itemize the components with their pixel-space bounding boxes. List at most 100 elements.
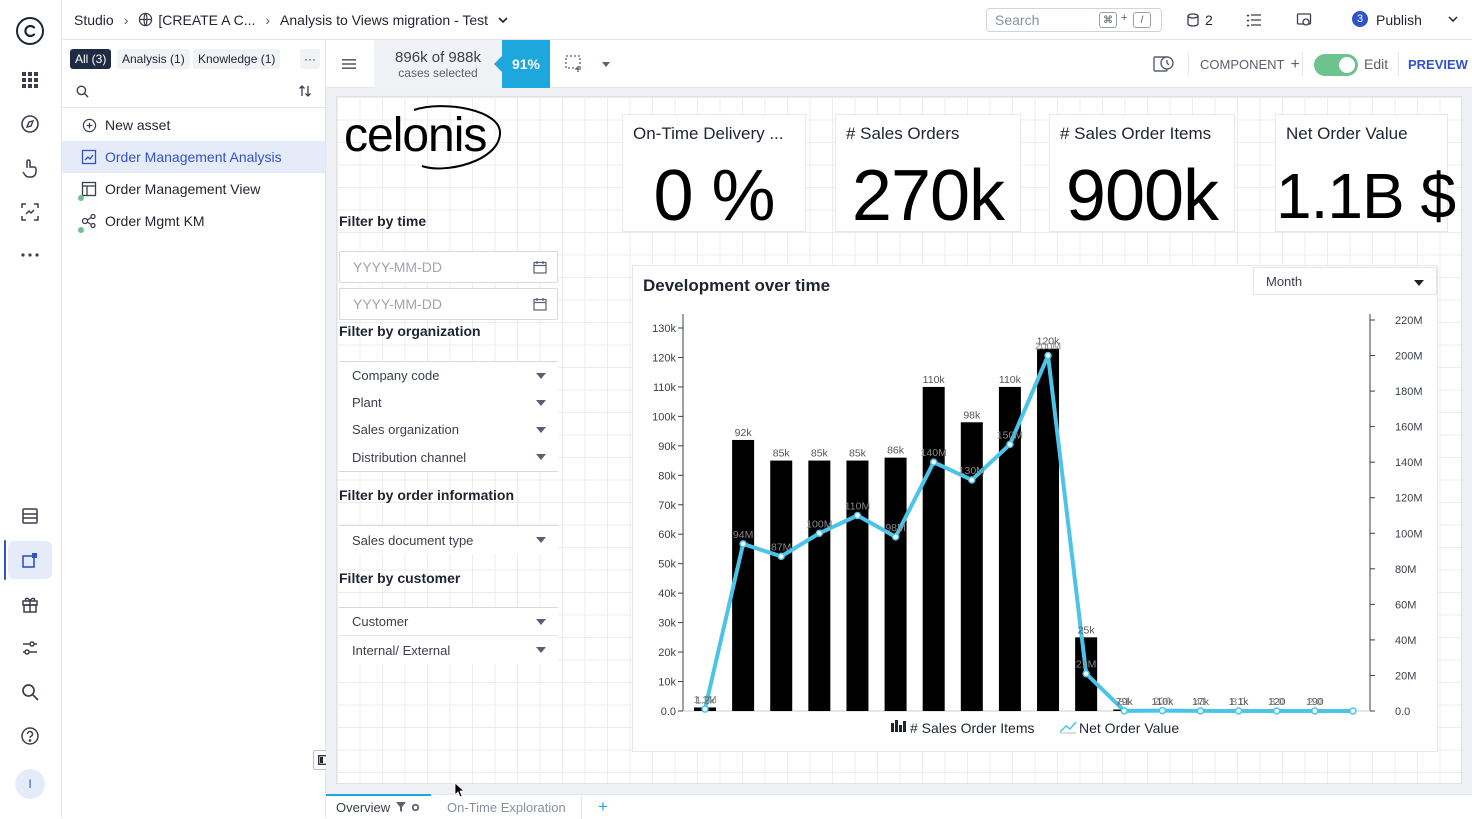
divider — [1188, 52, 1189, 76]
add-component-button[interactable]: COMPONENT + — [1200, 57, 1300, 73]
legend-bar-icon — [891, 723, 894, 732]
y-tick-label-right: 160M — [1395, 422, 1423, 434]
apps-grid-icon[interactable] — [8, 61, 52, 99]
plant-dropdown[interactable]: Plant — [339, 389, 558, 417]
kpi-on-time-delivery[interactable]: On-Time Delivery ... 0 % — [622, 114, 806, 236]
caret-down-icon — [536, 400, 546, 406]
data-pool-count: 2 — [1205, 12, 1213, 28]
chevron-down-icon[interactable] — [602, 62, 610, 67]
kpi-sales-order-items[interactable]: # Sales Order Items 900k — [1049, 114, 1235, 236]
internal-external-dropdown[interactable]: Internal/ External — [339, 636, 558, 664]
filter-chip-knowledge[interactable]: Knowledge (1) — [193, 49, 281, 69]
filter-chip-analysis[interactable]: Analysis (1) — [117, 49, 190, 69]
asset-item-order-management-view[interactable]: Order Management View — [62, 173, 325, 205]
sliders-icon[interactable] — [8, 629, 52, 667]
line-point — [1349, 707, 1357, 715]
user-avatar[interactable]: I — [8, 765, 52, 803]
cases-percent-badge: 91% — [494, 40, 550, 88]
breadcrumb-studio[interactable]: Studio — [74, 12, 114, 28]
tab-on-time-exploration[interactable]: On-Time Exploration — [437, 795, 576, 819]
kpi-value: 270k — [851, 156, 1005, 236]
more-icon[interactable] — [8, 236, 52, 274]
legend-bar-icon — [903, 721, 906, 732]
breadcrumb-space[interactable]: [CREATE A C... — [158, 12, 255, 28]
legend-bar-icon — [895, 720, 898, 732]
add-tab-button[interactable]: + — [588, 795, 618, 819]
history-icon[interactable] — [1152, 52, 1176, 76]
checklist-icon[interactable] — [1246, 13, 1262, 27]
scan-icon[interactable] — [8, 193, 52, 231]
sort-icon[interactable] — [298, 84, 312, 98]
line-data-label: 3.0 — [1269, 696, 1284, 708]
kpi-net-order-value[interactable]: Net Order Value 1.1B $ — [1275, 114, 1456, 232]
dropdown-label: Sales organization — [352, 422, 459, 437]
y-tick-label-right: 60M — [1395, 599, 1416, 611]
breadcrumb-package[interactable]: Analysis to Views migration - Test — [280, 12, 488, 28]
chevron-down-icon[interactable] — [1448, 16, 1458, 22]
data-pool-button[interactable]: 2 — [1186, 12, 1213, 28]
company-code-dropdown[interactable]: Company code — [339, 362, 558, 390]
y-tick-label-left: 30k — [658, 618, 676, 630]
bar-data-label: 85k — [773, 448, 791, 460]
help-icon[interactable] — [8, 717, 52, 755]
hamburger-menu-icon[interactable] — [342, 58, 356, 70]
view-icon — [78, 180, 98, 201]
preview-button[interactable]: PREVIEW — [1408, 57, 1468, 72]
asset-item-order-management-analysis[interactable]: Order Management Analysis — [62, 141, 325, 173]
search-icon[interactable] — [76, 85, 89, 98]
new-asset-label: New asset — [105, 117, 171, 133]
date-to-input[interactable]: YYYY-MM-DD — [339, 288, 558, 320]
new-asset-button[interactable]: New asset — [62, 109, 325, 141]
sales-document-type-dropdown[interactable]: Sales document type — [339, 526, 558, 554]
dropdown-label: Sales document type — [352, 532, 474, 548]
filter-more-button[interactable]: ··· — [300, 49, 320, 69]
publish-button[interactable]: Publish — [1376, 12, 1422, 28]
line-data-label: 21M — [1076, 659, 1096, 671]
hand-pointer-icon[interactable] — [8, 149, 52, 187]
tab-overview[interactable]: Overview — [326, 794, 432, 818]
calendar-icon — [533, 298, 547, 311]
distribution-channel-dropdown[interactable]: Distribution channel — [339, 443, 558, 471]
filter-org-title: Filter by organization — [339, 323, 481, 339]
compass-icon[interactable] — [8, 105, 52, 143]
asset-item-order-mgmt-km[interactable]: Order Mgmt KM — [62, 205, 325, 237]
asset-item-label: Order Management View — [105, 181, 261, 197]
preview-settings-icon[interactable] — [1296, 12, 1312, 28]
filter-order-title: Filter by order information — [339, 487, 515, 503]
divider — [1398, 52, 1399, 76]
y-tick-label-right: 80M — [1395, 564, 1416, 576]
search-icon[interactable] — [8, 673, 52, 711]
customer-dropdown[interactable]: Customer — [339, 608, 558, 636]
case-selection-summary[interactable]: 896k of 988k cases selected — [374, 40, 502, 88]
y-tick-label-left: 130k — [652, 323, 676, 335]
caret-down-icon — [536, 373, 546, 379]
filter-chip-all[interactable]: All (3) — [70, 49, 112, 69]
line-point — [815, 529, 824, 538]
celonis-home-icon[interactable] — [8, 12, 52, 50]
bar-data-label: 98k — [963, 409, 981, 421]
data-table-icon[interactable] — [8, 497, 52, 535]
bar-data-label: 86k — [887, 445, 905, 457]
celonis-logo: celonis — [344, 105, 502, 170]
cases-count: 896k of 988k — [395, 48, 481, 66]
studio-icon[interactable] — [8, 541, 52, 579]
chart-bar — [1037, 348, 1060, 711]
date-from-input[interactable]: YYYY-MM-DD — [339, 251, 558, 283]
development-chart-card[interactable]: Development over time Month 0.0 10k 20k 30k… — [632, 265, 1438, 752]
edit-mode-toggle[interactable] — [1314, 54, 1358, 76]
y-tick-label-right: 140M — [1395, 457, 1423, 469]
bar-data-label: 25k — [1078, 624, 1096, 636]
y-tick-label-left: 100k — [652, 411, 676, 423]
kpi-sales-orders[interactable]: # Sales Orders 270k — [835, 114, 1021, 236]
selection-tool-icon[interactable] — [564, 54, 584, 74]
kpi-title: # Sales Orders — [846, 124, 960, 143]
sales-organization-dropdown[interactable]: Sales organization — [339, 416, 558, 444]
search-input[interactable]: Search ⌘ + / — [986, 8, 1162, 32]
gift-icon[interactable] — [8, 585, 52, 623]
filter-time-title: Filter by time — [339, 213, 427, 229]
chevron-down-icon[interactable] — [498, 16, 508, 23]
y-tick-label-right: 40M — [1395, 635, 1416, 647]
database-icon — [1187, 13, 1199, 27]
globe-icon — [138, 12, 153, 27]
line-data-label: 140M — [921, 447, 947, 459]
